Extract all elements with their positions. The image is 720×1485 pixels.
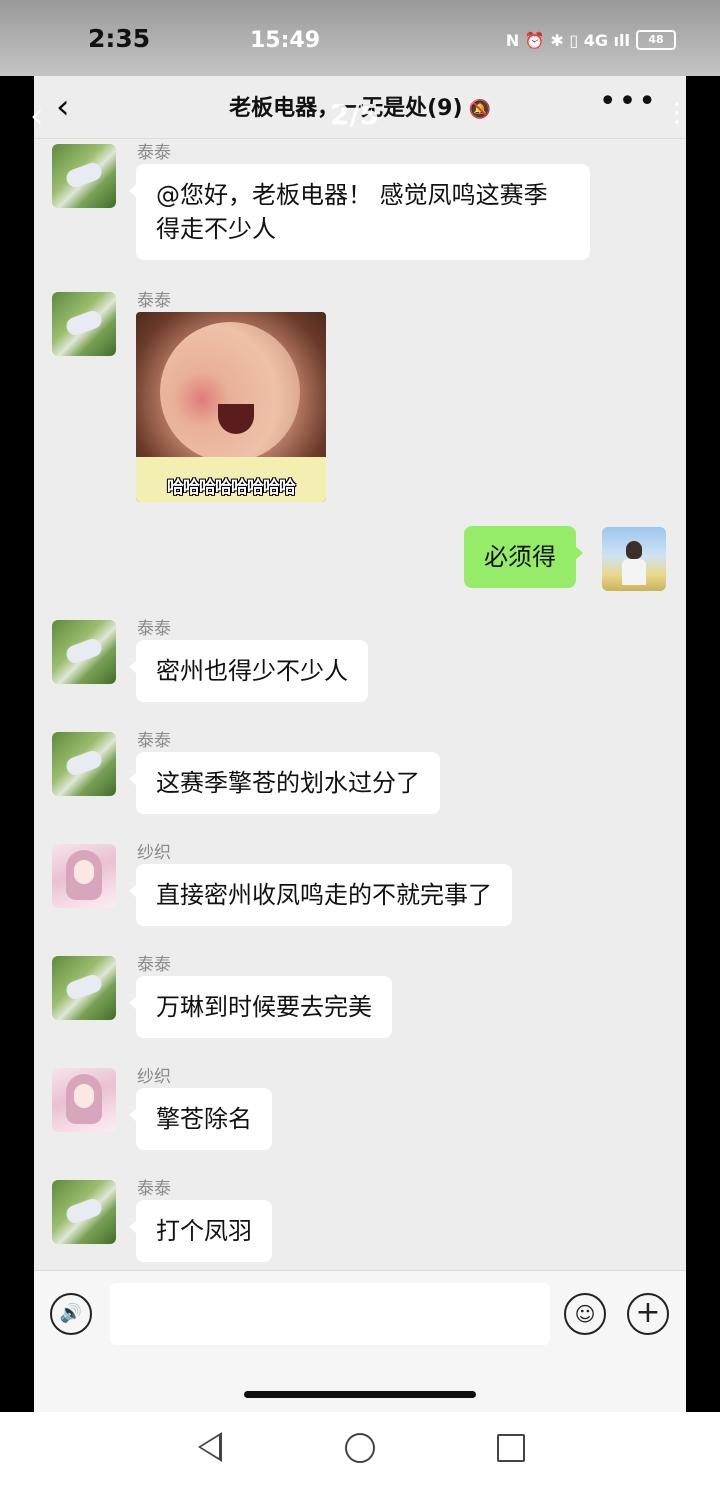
avatar[interactable] bbox=[52, 732, 116, 796]
message-bubble[interactable]: 万琳到时候要去完美 bbox=[129, 976, 392, 1038]
avatar[interactable] bbox=[52, 844, 116, 908]
input-bar: 🔊 ☺ + bbox=[34, 1270, 686, 1413]
signal-icons: N ⏰ ✱ ▯ 4G ıll bbox=[505, 30, 630, 50]
sender-name: 泰泰 bbox=[137, 955, 171, 975]
sticker-caption: 哈哈哈哈哈哈哈哈 bbox=[167, 478, 296, 498]
sender-name: 泰泰 bbox=[137, 143, 171, 163]
sticker-image[interactable]: 哈哈哈哈哈哈哈哈 bbox=[136, 312, 326, 502]
status-icons: N ⏰ ✱ ▯ 4G ıll 48 bbox=[506, 30, 676, 50]
sender-name: 泰泰 bbox=[137, 731, 171, 751]
battery-icon: 48 bbox=[636, 30, 676, 50]
sender-name: 泰泰 bbox=[137, 291, 171, 311]
my-message-bubble[interactable]: 必须得 bbox=[464, 526, 583, 588]
avatar[interactable] bbox=[52, 292, 116, 356]
avatar[interactable] bbox=[52, 144, 116, 208]
message-input[interactable] bbox=[110, 1283, 550, 1345]
status-bar: 2:35 15:49 N ⏰ ✱ ▯ 4G ıll 48 bbox=[0, 0, 720, 76]
avatar[interactable] bbox=[52, 1068, 116, 1132]
back-triangle-icon[interactable] bbox=[198, 1432, 222, 1462]
my-avatar[interactable] bbox=[602, 527, 666, 591]
message-bubble[interactable]: 这赛季擎苍的划水过分了 bbox=[129, 752, 440, 814]
message-bubble[interactable]: 擎苍除名 bbox=[129, 1088, 272, 1150]
message-bubble[interactable]: @您好，老板电器！ 感觉凤鸣这赛季得走不少人 bbox=[129, 164, 590, 260]
sender-name: 泰泰 bbox=[137, 619, 171, 639]
overlay-more-icon[interactable]: ⋮ bbox=[664, 98, 690, 128]
voice-icon[interactable]: 🔊 bbox=[50, 1293, 92, 1335]
status-time: 15:49 bbox=[250, 28, 321, 53]
home-indicator[interactable] bbox=[244, 1391, 476, 1398]
sender-name: 纱织 bbox=[137, 1067, 171, 1087]
overlay-back-icon[interactable]: ‹ bbox=[30, 96, 44, 136]
overlay-time: 2:35 bbox=[88, 24, 151, 53]
sender-name: 泰泰 bbox=[137, 1179, 171, 1199]
message-bubble[interactable]: 密州也得少不少人 bbox=[129, 640, 368, 702]
mute-icon: 🔕 bbox=[468, 99, 491, 120]
plus-icon[interactable]: + bbox=[627, 1293, 669, 1335]
sender-name: 纱织 bbox=[137, 843, 171, 863]
system-nav-bar bbox=[0, 1412, 720, 1485]
avatar[interactable] bbox=[52, 1180, 116, 1244]
avatar[interactable] bbox=[52, 956, 116, 1020]
more-icon[interactable]: ••• bbox=[599, 84, 658, 119]
emoji-icon[interactable]: ☺ bbox=[564, 1293, 606, 1335]
image-counter: 2/5 bbox=[330, 98, 380, 131]
home-circle-icon[interactable] bbox=[345, 1433, 375, 1463]
avatar[interactable] bbox=[52, 620, 116, 684]
chat-screen: 泰泰 @您好，老板电器！ 感觉凤鸣这赛季得走不少人 泰泰 哈哈哈哈哈哈哈哈 必须… bbox=[34, 0, 686, 1412]
recent-apps-icon[interactable] bbox=[497, 1434, 525, 1462]
message-bubble[interactable]: 打个凤羽 bbox=[129, 1200, 272, 1262]
message-bubble[interactable]: 直接密州收凤鸣走的不就完事了 bbox=[129, 864, 512, 926]
